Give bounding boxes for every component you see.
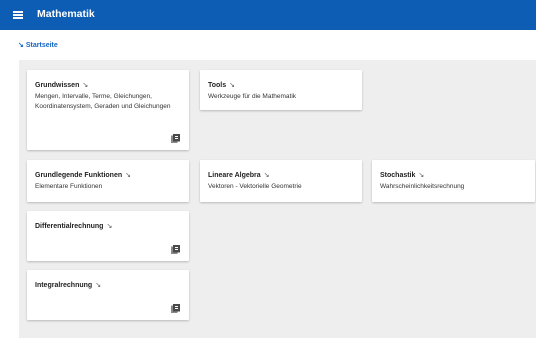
card-title-text: Stochastik — [380, 172, 416, 179]
card-grundwissen[interactable]: Grundwissen ↘ Mengen, Intervalle, Terme, … — [27, 70, 189, 150]
card-grundlegende-funktionen[interactable]: Grundlegende Funktionen ↘ Elementare Funk… — [27, 160, 189, 202]
card-lineare-algebra[interactable]: Lineare Algebra ↘ Vektoren - Vektorielle … — [200, 160, 362, 202]
arrow-down-right-icon: ↘ — [106, 223, 113, 230]
card-integralrechnung[interactable]: Integralrechnung ↘ — [27, 270, 189, 320]
card-title: Stochastik ↘ — [380, 171, 424, 179]
card-title: Grundwissen ↘ — [35, 81, 88, 89]
card-tools[interactable]: Tools ↘ Werkzeuge für die Mathematik — [200, 70, 362, 110]
app-title: Mathematik — [37, 8, 95, 20]
card-title: Tools ↘ — [208, 81, 235, 89]
book-icon — [171, 245, 180, 254]
arrow-down-right-icon: ↘ — [95, 282, 102, 289]
arrow-down-right-icon: ↘ — [18, 42, 24, 49]
card-stochastik[interactable]: Stochastik ↘ Wahrscheinlichkeitsrechnung — [372, 160, 535, 202]
content-area: Grundwissen ↘ Mengen, Intervalle, Terme, … — [19, 60, 536, 338]
card-description: Mengen, Intervalle, Terme, Gleichungen, … — [35, 93, 171, 110]
card-title: Integralrechnung ↘ — [35, 281, 101, 289]
app-bar: Mathematik — [0, 0, 536, 30]
card-title-text: Lineare Algebra — [208, 172, 261, 179]
card-title-text: Differentialrechnung — [35, 223, 104, 230]
arrow-down-right-icon: ↘ — [125, 172, 131, 179]
arrow-down-right-icon: ↘ — [82, 82, 89, 89]
card-description: Wahrscheinlichkeitsrechnung — [380, 183, 465, 190]
arrow-down-right-icon: ↘ — [229, 82, 236, 89]
card-title-text: Integralrechnung — [35, 282, 93, 289]
card-description: Vektoren - Vektorielle Geometrie — [208, 183, 302, 190]
breadcrumb-label: Startseite — [25, 41, 58, 49]
card-title: Grundlegende Funktionen ↘ — [35, 171, 131, 179]
card-description: Elementare Funktionen — [35, 183, 103, 190]
card-description: Werkzeuge für die Mathematik — [208, 93, 297, 100]
card-title-text: Tools — [208, 82, 227, 89]
card-differentialrechnung[interactable]: Differentialrechnung ↘ — [27, 211, 189, 261]
card-title-text: Grundwissen — [35, 82, 80, 89]
card-title-text: Grundlegende Funktionen — [35, 172, 123, 179]
book-icon — [171, 134, 180, 143]
breadcrumb-home-link[interactable]: ↘ Startseite — [18, 41, 58, 50]
arrow-down-right-icon: ↘ — [263, 172, 270, 179]
book-icon — [171, 304, 180, 313]
card-title: Lineare Algebra ↘ — [208, 171, 270, 179]
hamburger-menu-icon[interactable] — [13, 11, 23, 19]
card-title: Differentialrechnung ↘ — [35, 222, 112, 230]
arrow-down-right-icon: ↘ — [418, 172, 425, 179]
